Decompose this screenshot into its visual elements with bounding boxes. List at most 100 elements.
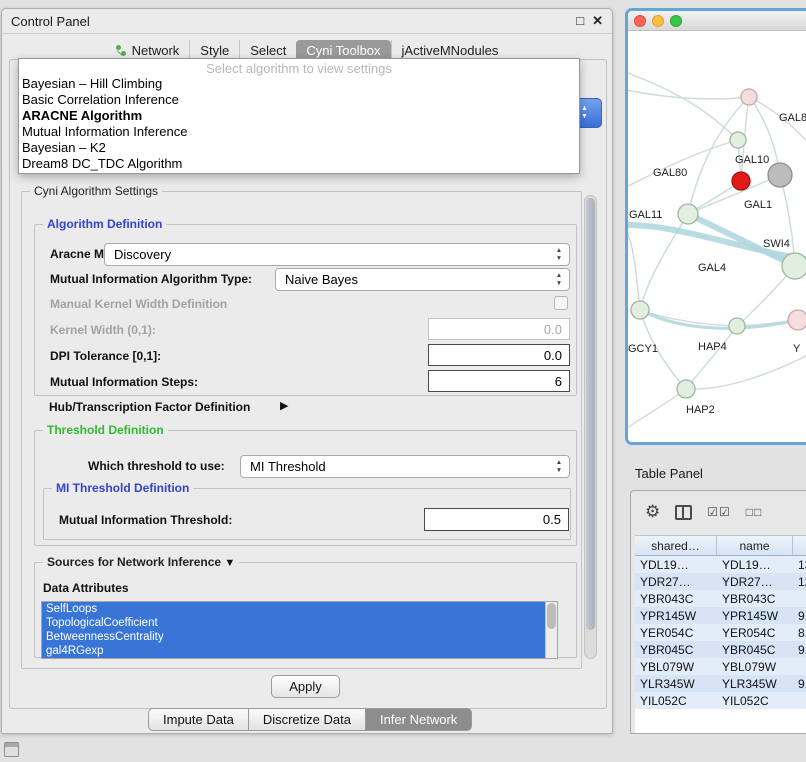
column-header-2[interactable]: name [717,536,793,555]
close-traffic-icon[interactable] [634,15,646,27]
network-node-pink[interactable] [788,310,806,330]
sources-title-text: Sources for Network Inference [47,555,221,569]
expand-right-icon[interactable]: ▶ [280,399,288,412]
network-node-red[interactable] [732,172,750,190]
dpi-tolerance-field[interactable]: 0.0 [428,344,570,366]
table-row[interactable]: YDL19…YDL19…13 [635,556,806,573]
table-cell: 8. [793,626,806,640]
table-panel-title: Table Panel [635,466,703,481]
table-panel-window: ⚙ ☑☑ □□ shared…name YDL19…YDL19…13YDR27…… [630,490,806,734]
which-threshold-label: Which threshold to use: [88,459,225,473]
algorithm-dropdown-popup: Select algorithm to view settingsBayesia… [18,58,580,174]
table-cell: 13 [793,558,806,572]
data-attributes-label: Data Attributes [43,581,129,595]
table-body: YDL19…YDL19…13YDR27…YDR27…12YBR043CYBR04… [635,556,806,709]
column-header-3[interactable] [793,536,806,555]
network-node-pink[interactable] [741,89,757,105]
network-node-green[interactable] [729,318,745,334]
attribute-item-selfloops[interactable]: SelfLoops [42,602,547,616]
algorithm-option-basic-correlation-inference[interactable]: Basic Correlation Inference [19,92,579,108]
attribute-item-gal4rgexp[interactable]: gal4RGexp [42,644,547,658]
mi-steps-field[interactable]: 6 [428,370,570,392]
minimize-traffic-icon[interactable] [652,15,664,27]
node-label-gal10: GAL10 [735,154,769,166]
column-header-1[interactable]: shared… [635,536,717,555]
panel-corner-icon[interactable] [4,742,19,757]
network-window-titlebar[interactable] [628,11,806,31]
scrollbar-thumb[interactable] [586,198,595,630]
mi-type-value: Naive Bayes [285,272,358,287]
table-row[interactable]: YBL079WYBL079W [635,658,806,675]
network-view-window: GAL8GAL80GAL10GAL11GAL1SWI4GAL4GCY1HAP4Y… [625,8,806,445]
zoom-traffic-icon[interactable] [670,15,682,27]
settings-scrollbar[interactable] [584,195,597,659]
table-row[interactable]: YBR045CYBR045C9. [635,641,806,658]
tab-label: Cyni Toolbox [306,43,380,58]
aracne-mode-select[interactable]: Discovery [104,243,570,266]
apply-button[interactable]: Apply [271,675,340,698]
columns-icon[interactable] [675,505,692,520]
mi-type-label: Mutual Information Algorithm Type: [50,272,252,286]
mi-threshold-field[interactable]: 0.5 [424,508,569,531]
table-header-row: shared…name [635,535,806,556]
which-threshold-select[interactable]: MI Threshold [240,455,570,478]
mi-threshold-label: Mutual Information Threshold: [59,513,232,527]
network-node-green[interactable] [631,301,649,319]
manual-kernel-checkbox[interactable] [554,296,568,310]
table-row[interactable]: YBR043CYBR043C [635,590,806,607]
hub-section-label[interactable]: Hub/Transcription Factor Definition [49,400,250,414]
network-node-green[interactable] [677,380,695,398]
network-graph[interactable]: GAL8GAL80GAL10GAL11GAL1SWI4GAL4GCY1HAP4Y… [628,31,806,442]
collapse-down-icon[interactable]: ▼ [224,557,235,569]
algorithm-option-aracne-algorithm[interactable]: ARACNE Algorithm [19,108,579,124]
network-node-gray[interactable] [768,163,792,187]
table-row[interactable]: YPR145WYPR145W9. [635,607,806,624]
table-row[interactable]: YER054CYER054C8. [635,624,806,641]
bottom-tab-discretize-data[interactable]: Discretize Data [248,708,366,731]
algorithm-option-dream8-dc-tdc-algorithm[interactable]: Dream8 DC_TDC Algorithm [19,156,579,172]
combo-arrows-icon [554,272,564,288]
network-node-green[interactable] [782,253,806,279]
table-cell: YBL079W [717,660,793,674]
dpi-tolerance-value: 0.0 [544,348,562,363]
mi-type-select[interactable]: Naive Bayes [275,268,570,291]
table-cell: YBR043C [635,592,717,606]
data-attributes-list[interactable]: SelfLoopsTopologicalCoefficientBetweenne… [41,601,558,659]
algorithm-option-bayesian-k2[interactable]: Bayesian – K2 [19,140,579,156]
table-row[interactable]: YIL052CYIL052C [635,692,806,709]
table-cell: 9. [793,677,806,691]
table-row[interactable]: YDR27…YDR27…12 [635,573,806,590]
attribute-item-betweennesscentrality[interactable]: BetweennessCentrality [42,630,547,644]
window-title: Control Panel [11,14,90,29]
algorithm-option-mutual-information-inference[interactable]: Mutual Information Inference [19,124,579,140]
sources-group-title[interactable]: Sources for Network Inference ▼ [43,555,239,569]
network-node-green[interactable] [730,132,746,148]
table-cell: YPR145W [717,609,793,623]
network-node-green[interactable] [678,204,698,224]
network-canvas[interactable]: GAL8GAL80GAL10GAL11GAL1SWI4GAL4GCY1HAP4Y… [628,31,806,442]
control-panel-titlebar[interactable]: Control Panel □ ✕ [2,9,612,34]
attribute-item-topologicalcoefficient[interactable]: TopologicalCoefficient [42,616,547,630]
network-tab-icon [116,45,127,56]
control-panel-window: Control Panel □ ✕ NetworkStyleSelectCyni… [1,8,613,734]
float-window-icon[interactable]: □ [576,13,584,29]
node-label-hap2: HAP2 [686,404,715,416]
bottom-tab-infer-network[interactable]: Infer Network [365,708,472,731]
algorithm-option-bayesian-hill-climbing[interactable]: Bayesian – Hill Climbing [19,76,579,92]
close-window-icon[interactable]: ✕ [592,13,603,29]
select-all-icon[interactable]: ☑☑ [707,505,731,519]
tab-label: Select [250,43,286,58]
node-label-gal8: GAL8 [779,112,806,124]
node-label-y: Y [793,343,801,355]
node-label-gal1: GAL1 [744,199,772,211]
which-threshold-value: MI Threshold [250,459,326,474]
gear-icon[interactable]: ⚙ [645,502,660,522]
popup-placeholder: Select algorithm to view settings [19,61,579,76]
network-edge [628,71,738,140]
bottom-tab-impute-data[interactable]: Impute Data [148,708,249,731]
deselect-all-icon[interactable]: □□ [746,505,763,519]
list-scrollbar[interactable] [545,602,557,658]
table-row[interactable]: YLR345WYLR345W9. [635,675,806,692]
mi-steps-label: Mutual Information Steps: [50,375,198,389]
node-label-gal4: GAL4 [698,262,726,274]
